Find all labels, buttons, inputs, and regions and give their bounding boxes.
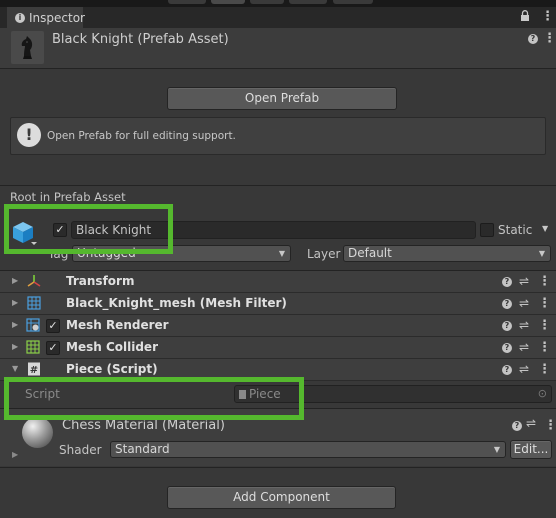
foldout-arrow-icon[interactable]: ▶ [12,276,18,285]
layer-value: Default [348,246,392,260]
tab-inspector-label: Inspector [29,11,85,25]
component-enabled-checkbox[interactable]: ✓ [46,341,60,355]
svg-text:#: # [30,365,38,376]
add-component-button[interactable]: Add Component [167,486,396,509]
help-icon[interactable]: ? [502,365,512,375]
divider [0,185,556,186]
component-name: Black_Knight_mesh (Mesh Filter) [66,296,287,310]
header-menu-icon[interactable]: ⋮ [543,32,556,45]
help-icon[interactable]: ? [502,343,512,353]
chevron-down-icon: ▼ [278,249,285,258]
layer-label: Layer [307,247,341,261]
layer-dropdown[interactable]: Default ▼ [343,245,551,262]
info-icon: i [15,13,25,23]
component-mesh-renderer[interactable]: ▶ ✓ Mesh Renderer ? ⇌ ⋮ [0,315,556,337]
highlight-box-root-object [4,204,173,254]
presets-icon[interactable]: ⇌ [519,340,529,354]
presets-icon[interactable]: ⇌ [519,296,529,310]
editor-top-strip [0,0,556,7]
component-name: Mesh Renderer [66,318,169,332]
object-picker-icon: ⊙ [537,387,547,400]
foldout-arrow-icon[interactable]: ▶ [12,342,18,351]
highlight-box-script [4,377,304,420]
help-icon[interactable]: ? [502,299,512,309]
black-knight-icon [21,36,33,59]
chevron-down-icon: ▼ [493,445,500,454]
shader-label: Shader [59,443,102,457]
component-menu-icon[interactable]: ⋮ [538,319,551,332]
toolbar-segment [289,0,327,4]
static-dropdown-caret-icon[interactable]: ▼ [542,224,548,233]
transform-icon [27,275,41,287]
inspector-tab-bar: i Inspector ⋮ [0,7,556,29]
presets-icon[interactable]: ⇌ [519,362,529,376]
presets-icon[interactable]: ⇌ [519,318,529,332]
open-prefab-button[interactable]: Open Prefab [167,87,397,110]
component-menu-icon[interactable]: ⋮ [538,297,551,310]
foldout-arrow-icon[interactable]: ▶ [12,450,18,459]
component-enabled-checkbox[interactable]: ✓ [46,319,60,333]
toolbar-segment [211,0,245,4]
help-icon[interactable]: ? [502,321,512,331]
component-menu-icon[interactable]: ⋮ [538,363,551,376]
lock-icon[interactable] [520,10,530,21]
component-header-icons: ? ⇌ ⋮ [502,318,551,333]
root-section-label: Root in Prefab Asset [10,190,126,204]
divider [0,467,556,468]
component-mesh-collider[interactable]: ▶ ✓ Mesh Collider ? ⇌ ⋮ [0,337,556,359]
component-name: Mesh Collider [66,340,158,354]
shader-value: Standard [115,442,170,456]
component-name: Transform [66,274,135,288]
mesh-collider-icon [26,340,40,354]
mesh-filter-icon [27,296,41,310]
kebab-menu-icon[interactable]: ⋮ [541,10,554,23]
help-icon[interactable]: ? [528,34,538,44]
component-header-icons: ? ⇌ ⋮ [502,340,551,355]
help-icon[interactable]: ? [502,277,512,287]
presets-icon[interactable]: ⇌ [526,416,536,430]
chevron-down-icon: ▼ [538,249,545,258]
prefab-title: Black Knight (Prefab Asset) [52,32,229,47]
help-message: Open Prefab for full editing support. [47,130,236,142]
script-icon: # [28,362,40,376]
foldout-arrow-icon[interactable]: ▶ [12,320,18,329]
exclamation-icon: ! [17,123,41,147]
component-mesh-filter[interactable]: ▶ Black_Knight_mesh (Mesh Filter) ? ⇌ ⋮ [0,293,556,315]
toolbar-segment [168,0,206,4]
component-name: Piece (Script) [66,362,158,376]
toolbar-segment [333,0,373,4]
material-title: Chess Material (Material) [62,418,225,433]
mesh-renderer-icon [26,318,40,332]
foldout-arrow-expanded-icon[interactable]: ▼ [12,364,18,373]
material-preview-sphere [22,417,53,448]
component-menu-icon[interactable]: ⋮ [538,275,551,288]
material-menu-icon[interactable]: ⋮ [544,419,556,432]
component-header-icons: ? ⇌ ⋮ [502,362,551,377]
edit-shader-button[interactable]: Edit... [510,440,552,459]
prefab-thumbnail [11,31,44,64]
toolbar-segment [250,0,284,4]
help-icon[interactable]: ? [512,421,522,431]
component-header-icons: ? ⇌ ⋮ [502,296,551,311]
help-box: ! Open Prefab for full editing support. [10,117,546,155]
component-menu-icon[interactable]: ⋮ [538,341,551,354]
presets-icon[interactable]: ⇌ [519,274,529,288]
component-header-icons: ? ⇌ ⋮ [502,274,551,289]
static-checkbox[interactable] [480,223,494,237]
shader-dropdown[interactable]: Standard ▼ [110,441,506,458]
tab-inspector[interactable]: i Inspector [7,7,85,28]
prefab-header: Black Knight (Prefab Asset) ? ⋮ [0,28,556,69]
static-label: Static [498,223,533,237]
foldout-arrow-icon[interactable]: ▶ [12,298,18,307]
component-transform[interactable]: ▶ Transform ? ⇌ ⋮ [0,271,556,293]
